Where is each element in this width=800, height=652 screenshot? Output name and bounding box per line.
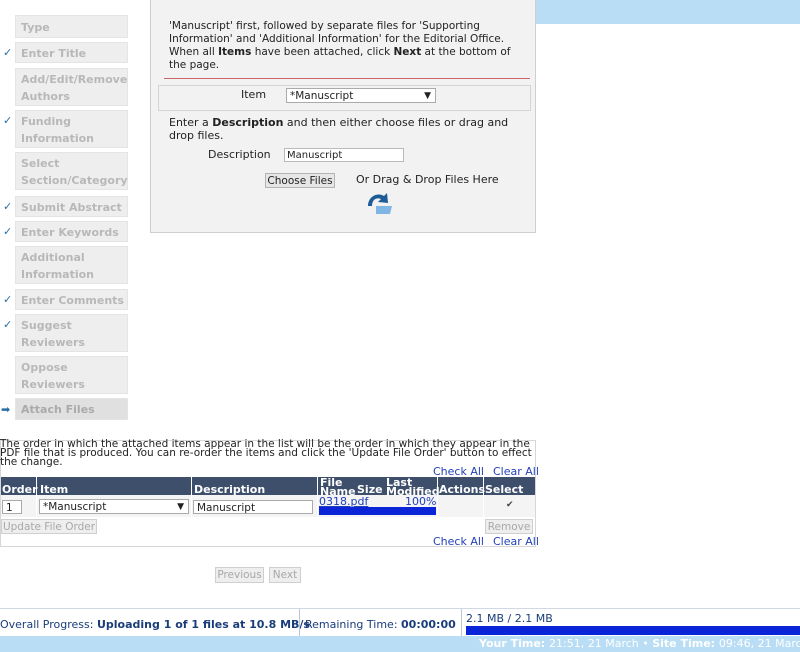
upload-panel: 'Manuscript' first, followed by separate… — [150, 0, 536, 233]
check-icon: ✓ — [3, 225, 13, 238]
column-divider — [191, 477, 192, 517]
column-divider — [317, 477, 318, 517]
next-button[interactable]: Next — [269, 567, 301, 583]
sidebar-item-label: Additional Information — [21, 251, 94, 281]
order-note: The order in which the attached items ap… — [0, 438, 532, 468]
sidebar-item-authors[interactable]: Add/Edit/Remove Authors — [15, 68, 128, 106]
header-description: Description — [194, 483, 266, 496]
column-divider — [437, 477, 438, 517]
instructions: 'Manuscript' first, followed by separate… — [169, 20, 511, 71]
item-row: Item *Manuscript ▼ — [158, 85, 531, 111]
header-size: Size — [357, 483, 383, 496]
sidebar-item-label: Enter Keywords — [21, 226, 119, 239]
previous-button[interactable]: Previous — [215, 567, 264, 583]
header-last-modified: Last Modified — [386, 476, 440, 498]
column-divider — [36, 477, 37, 517]
divider — [299, 609, 300, 637]
overall-progress-bar — [466, 626, 800, 635]
remaining-time: Remaining Time: 00:00:00 — [305, 618, 456, 631]
sidebar-item-label: Suggest Reviewers — [21, 319, 85, 349]
dropdown-arrow-icon: ▼ — [177, 502, 184, 512]
check-icon: ✓ — [3, 114, 13, 127]
time-footer: Your Time: 21:51, 21 March • Site Time: … — [0, 636, 800, 652]
upload-status-bar: Overall Progress: Uploading 1 of 1 files… — [0, 608, 800, 637]
sidebar-item-abstract[interactable]: Submit Abstract — [15, 196, 128, 217]
check-icon: ✓ — [3, 46, 13, 59]
sidebar-item-enter-title[interactable]: Enter Title — [15, 42, 128, 63]
check-icon: ✓ — [3, 293, 13, 306]
sidebar-item-comments[interactable]: Enter Comments — [15, 289, 128, 310]
choose-files-button[interactable]: Choose Files — [265, 173, 335, 188]
sidebar-item-section[interactable]: Select Section/Category — [15, 152, 128, 190]
clear-all-link-bottom[interactable]: Clear All — [493, 535, 539, 548]
dropdown-arrow-icon: ▼ — [424, 91, 431, 101]
check-all-link-bottom[interactable]: Check All — [433, 535, 484, 548]
header-item: Item — [40, 483, 69, 496]
sidebar-item-label: Funding Information — [21, 115, 94, 145]
upload-arrow-icon[interactable] — [364, 190, 396, 216]
header-select: Select — [485, 483, 524, 496]
sidebar-item-label: Type — [21, 21, 50, 34]
sidebar-item-funding[interactable]: Funding Information — [15, 110, 128, 148]
sidebar-item-label: Attach Files — [21, 403, 95, 416]
file-progress-bar — [319, 507, 436, 515]
item-select[interactable]: *Manuscript ▼ — [286, 88, 436, 103]
sidebar-item-label: Oppose Reviewers — [21, 361, 85, 391]
divider — [164, 78, 530, 79]
header-file-name: File Name — [320, 476, 356, 498]
divider — [461, 609, 462, 637]
overall-progress: Overall Progress: Uploading 1 of 1 files… — [0, 618, 310, 631]
update-file-order-button[interactable]: Update File Order — [1, 519, 97, 534]
drag-drop-label: Or Drag & Drop Files Here — [356, 173, 499, 186]
row-item-select[interactable]: *Manuscript ▼ — [39, 499, 189, 514]
sidebar-item-keywords[interactable]: Enter Keywords — [15, 221, 128, 242]
remove-button[interactable]: Remove — [485, 519, 533, 534]
time-display: Your Time: 21:51, 21 March • Site Time: … — [479, 637, 800, 650]
description-label: Description — [208, 148, 271, 161]
sidebar-item-type[interactable]: Type — [15, 15, 128, 38]
sidebar-item-suggest[interactable]: Suggest Reviewers — [15, 314, 128, 352]
order-input[interactable]: 1 — [2, 500, 22, 514]
sidebar-item-label: Submit Abstract — [21, 201, 122, 214]
sidebar-item-attach-files[interactable]: Attach Files — [15, 398, 128, 420]
select-checkbox[interactable]: ✔ — [506, 500, 514, 510]
sidebar-item-label: Enter Comments — [21, 294, 124, 307]
transfer-size: 2.1 MB / 2.1 MB — [466, 612, 553, 625]
sidebar-item-additional[interactable]: Additional Information — [15, 246, 128, 284]
description-instructions: Enter a Description and then either choo… — [169, 116, 509, 142]
header-order: Order — [2, 483, 38, 496]
sidebar-item-label: Add/Edit/Remove Authors — [21, 73, 128, 103]
item-label: Item — [241, 88, 267, 101]
sidebar-item-label: Select Section/Category — [21, 157, 128, 187]
row-description-input[interactable]: Manuscript — [193, 500, 313, 514]
header-actions: Actions — [439, 483, 485, 496]
check-icon: ✓ — [3, 318, 13, 331]
check-icon: ✓ — [3, 200, 13, 213]
arrow-right-icon: ➡ — [1, 403, 11, 416]
sidebar-item-oppose[interactable]: Oppose Reviewers — [15, 356, 128, 394]
column-divider — [483, 477, 484, 517]
sidebar-item-label: Enter Title — [21, 47, 87, 60]
description-input[interactable]: Manuscript — [284, 148, 404, 162]
